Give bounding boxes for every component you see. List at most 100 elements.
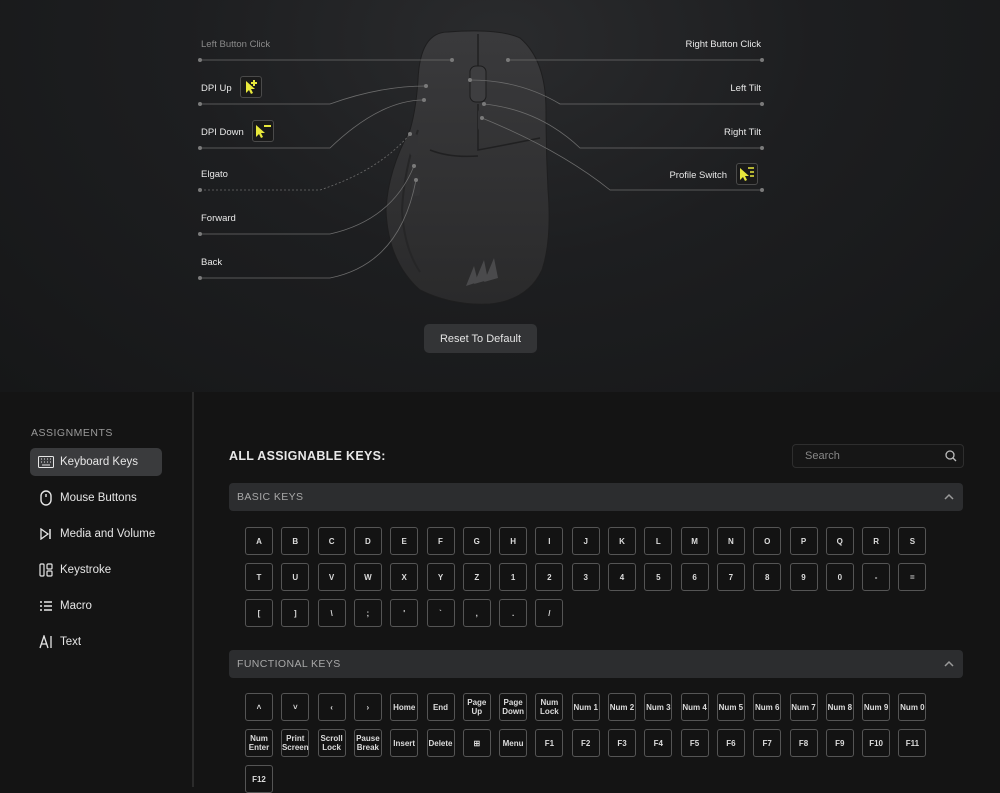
key-button[interactable]: › <box>353 693 382 721</box>
label-right-tilt[interactable]: Right Tilt <box>640 127 761 138</box>
search-icon[interactable] <box>945 450 957 462</box>
key-button[interactable]: F9 <box>825 729 854 757</box>
key-button[interactable]: L <box>644 527 673 555</box>
key-button[interactable]: 4 <box>608 563 636 591</box>
label-forward[interactable]: Forward <box>201 213 236 224</box>
key-button[interactable]: Num 7 <box>789 693 818 721</box>
key-button[interactable]: ' <box>390 599 419 627</box>
key-button[interactable]: P <box>789 527 818 555</box>
key-button[interactable]: ` <box>426 599 455 627</box>
key-button[interactable]: V <box>317 563 346 591</box>
key-button[interactable]: 7 <box>716 563 745 591</box>
key-button[interactable]: Num 4 <box>680 693 709 721</box>
key-button[interactable]: ⊞ <box>462 729 491 757</box>
key-button[interactable]: O <box>753 527 782 555</box>
key-button[interactable]: 1 <box>499 563 528 591</box>
key-button[interactable]: [ <box>245 599 273 627</box>
key-button[interactable]: J <box>571 527 600 555</box>
key-button[interactable]: 5 <box>644 563 673 591</box>
sidebar-item-text[interactable]: Text <box>30 628 162 656</box>
functional-keys-section-header[interactable]: FUNCTIONAL KEYS <box>229 650 963 678</box>
key-button[interactable]: F5 <box>680 729 709 757</box>
key-button[interactable]: Page Up <box>462 693 491 721</box>
key-button[interactable]: R <box>862 527 891 555</box>
key-button[interactable]: Num 3 <box>644 693 673 721</box>
key-button[interactable]: = <box>898 563 927 591</box>
key-button[interactable]: Scroll Lock <box>317 729 346 757</box>
key-button[interactable]: F1 <box>535 729 564 757</box>
key-button[interactable]: Print Screen <box>281 729 310 757</box>
label-dpi-up[interactable]: DPI Up <box>201 83 232 94</box>
dpi-down-icon[interactable] <box>252 120 274 142</box>
key-button[interactable]: F12 <box>245 765 273 793</box>
key-button[interactable]: Menu <box>499 729 528 757</box>
key-button[interactable]: 0 <box>825 563 854 591</box>
key-button[interactable]: Delete <box>426 729 455 757</box>
key-button[interactable]: F8 <box>789 729 818 757</box>
key-button[interactable]: Num 9 <box>862 693 891 721</box>
chevron-up-icon[interactable] <box>943 491 955 503</box>
key-button[interactable]: N <box>716 527 745 555</box>
key-button[interactable]: T <box>245 563 273 591</box>
key-button[interactable]: F11 <box>898 729 927 757</box>
label-elgato[interactable]: Elgato <box>201 169 228 180</box>
key-button[interactable]: F7 <box>753 729 782 757</box>
key-button[interactable]: Num 0 <box>898 693 927 721</box>
key-button[interactable]: Num 6 <box>753 693 782 721</box>
key-button[interactable]: F6 <box>716 729 745 757</box>
key-button[interactable]: W <box>353 563 382 591</box>
key-button[interactable]: ‹ <box>317 693 346 721</box>
key-button[interactable]: Num 5 <box>716 693 745 721</box>
key-button[interactable]: / <box>535 599 564 627</box>
key-button[interactable]: Num Enter <box>245 729 273 757</box>
key-button[interactable]: Num Lock <box>535 693 564 721</box>
key-button[interactable]: Z <box>462 563 491 591</box>
key-button[interactable]: A <box>245 527 273 555</box>
key-button[interactable]: F3 <box>608 729 636 757</box>
chevron-up-icon[interactable] <box>943 658 955 670</box>
key-button[interactable]: 3 <box>571 563 600 591</box>
key-button[interactable]: H <box>499 527 528 555</box>
key-button[interactable]: ; <box>353 599 382 627</box>
key-button[interactable]: F4 <box>644 729 673 757</box>
key-button[interactable]: Home <box>390 693 419 721</box>
key-button[interactable]: Page Down <box>499 693 528 721</box>
key-button[interactable]: U <box>281 563 310 591</box>
key-button[interactable]: S <box>898 527 927 555</box>
key-button[interactable]: C <box>317 527 346 555</box>
key-button[interactable]: - <box>862 563 891 591</box>
key-button[interactable]: , <box>462 599 491 627</box>
key-button[interactable]: Q <box>825 527 854 555</box>
key-button[interactable]: Insert <box>390 729 419 757</box>
key-button[interactable]: ˄ <box>245 693 273 721</box>
sidebar-item-macro[interactable]: Macro <box>30 592 162 620</box>
key-button[interactable]: ˅ <box>281 693 310 721</box>
key-button[interactable]: M <box>680 527 709 555</box>
search-input[interactable] <box>803 449 937 463</box>
sidebar-item-mouse-buttons[interactable]: Mouse Buttons <box>30 484 162 512</box>
label-left-button-click[interactable]: Left Button Click <box>201 39 270 50</box>
sidebar-item-keystroke[interactable]: Keystroke <box>30 556 162 584</box>
sidebar-item-media-and-volume[interactable]: Media and Volume <box>30 520 162 548</box>
label-back[interactable]: Back <box>201 257 222 268</box>
key-button[interactable]: Num 8 <box>825 693 854 721</box>
key-button[interactable]: 2 <box>535 563 564 591</box>
key-button[interactable]: ] <box>281 599 310 627</box>
label-dpi-down[interactable]: DPI Down <box>201 127 244 138</box>
key-button[interactable]: G <box>462 527 491 555</box>
key-button[interactable]: F <box>426 527 455 555</box>
key-button[interactable]: 6 <box>680 563 709 591</box>
key-button[interactable]: D <box>353 527 382 555</box>
key-button[interactable]: \ <box>317 599 346 627</box>
key-button[interactable]: E <box>390 527 419 555</box>
key-button[interactable]: F10 <box>862 729 891 757</box>
dpi-up-icon[interactable] <box>240 76 262 98</box>
key-button[interactable]: Num 2 <box>608 693 636 721</box>
label-profile-switch[interactable]: Profile Switch <box>600 170 727 181</box>
sidebar-item-keyboard-keys[interactable]: Keyboard Keys <box>30 448 162 476</box>
label-left-tilt[interactable]: Left Tilt <box>640 83 761 94</box>
reset-to-default-button[interactable]: Reset To Default <box>424 324 537 353</box>
key-button[interactable]: F2 <box>571 729 600 757</box>
key-button[interactable]: K <box>608 527 636 555</box>
key-button[interactable]: X <box>390 563 419 591</box>
